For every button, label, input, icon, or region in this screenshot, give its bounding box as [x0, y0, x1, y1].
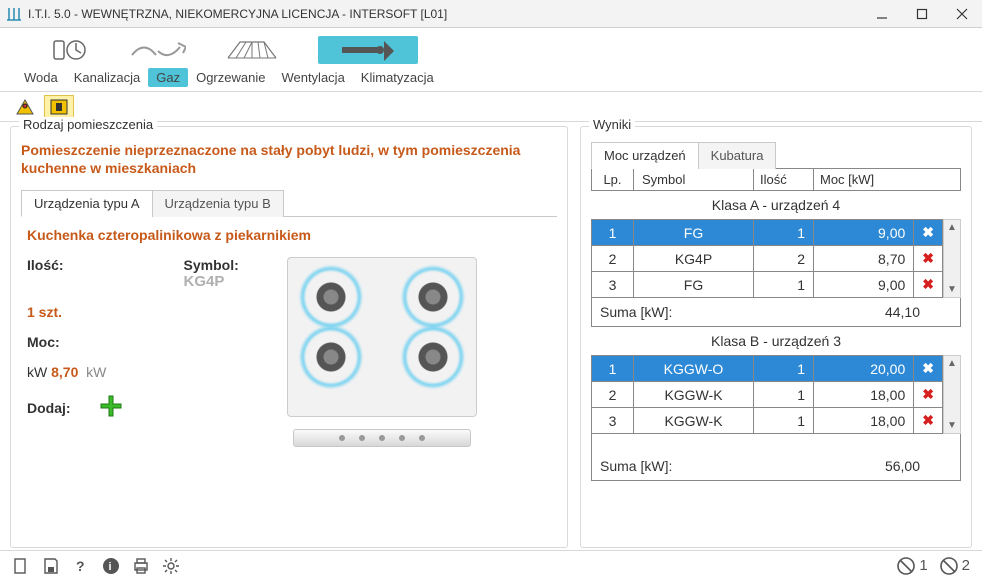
minimize-button[interactable]: [862, 0, 902, 28]
close-button[interactable]: [942, 0, 982, 28]
col-ilosc: Ilość: [754, 169, 814, 191]
classB-title: Klasa B - urządzeń 3: [591, 327, 961, 355]
moc-value: 8,70: [51, 364, 78, 380]
tab-woda[interactable]: Woda: [16, 68, 66, 87]
cooker-illustration: [287, 257, 477, 447]
app-icon: [6, 6, 22, 22]
triangle-icon[interactable]: [10, 95, 40, 119]
classB-scrollbar[interactable]: ▲▼: [943, 355, 961, 434]
symbol-label: Symbol:: [184, 257, 239, 273]
device-name: Kuchenka czteropalinikowa z piekarnikiem: [21, 227, 557, 243]
add-device-button[interactable]: [99, 394, 123, 421]
tab-kanalizacja[interactable]: Kanalizacja: [66, 68, 149, 87]
ilosc-value: 1 szt.: [27, 304, 62, 320]
table-row[interactable]: 3KGGW-K118,00✖: [592, 408, 943, 434]
delete-row-button[interactable]: ✖: [914, 356, 943, 382]
table-row[interactable]: 1KGGW-O120,00✖: [592, 356, 943, 382]
classA-title: Klasa A - urządzeń 4: [591, 191, 961, 219]
settings-icon[interactable]: [162, 557, 180, 575]
status-indicator-1: 1: [897, 557, 927, 575]
window-title: I.T.I. 5.0 - WEWNĘTRZNA, NIEKOMERCYJNA L…: [28, 7, 862, 21]
device-type-tabs: Urządzenia typu AUrządzenia typu B: [21, 189, 557, 217]
svg-text:?: ?: [76, 558, 85, 574]
room-type-legend: Rodzaj pomieszczenia: [19, 117, 157, 132]
subtab-0[interactable]: Urządzenia typu A: [21, 190, 153, 217]
classB-table: 1KGGW-O120,00✖2KGGW-K118,00✖3KGGW-K118,0…: [591, 355, 943, 434]
status-indicator-2: 2: [940, 557, 970, 575]
results-tabs: Moc urządzeńKubatura: [591, 141, 961, 169]
col-symbol: Symbol: [634, 169, 754, 191]
symbol-value: KG4P: [184, 273, 225, 290]
classA-table: 1FG19,00✖2KG4P28,70✖3FG19,00✖: [591, 219, 943, 298]
info-icon[interactable]: i: [102, 557, 120, 575]
titlebar: I.T.I. 5.0 - WEWNĘTRZNA, NIEKOMERCYJNA L…: [0, 0, 982, 28]
col-moc: Moc [kW]: [814, 169, 961, 191]
table-row[interactable]: 2KGGW-K118,00✖: [592, 382, 943, 408]
results-legend: Wyniki: [589, 117, 635, 132]
room-type-heading: Pomieszczenie nieprzeznaczone na stały p…: [21, 141, 557, 177]
help-icon[interactable]: ?: [72, 557, 90, 575]
col-lp: Lp.: [592, 169, 634, 191]
table-row[interactable]: 1FG19,00✖: [592, 220, 943, 246]
dodaj-label: Dodaj:: [27, 400, 71, 416]
maximize-button[interactable]: [902, 0, 942, 28]
delete-row-button[interactable]: ✖: [914, 272, 943, 298]
print-icon[interactable]: [132, 557, 150, 575]
room-type-panel: Rodzaj pomieszczenia Pomieszczenie niepr…: [10, 126, 568, 548]
tab-wentylacja[interactable]: Wentylacja: [273, 68, 352, 87]
tab-gaz[interactable]: Gaz: [148, 68, 188, 87]
table-row[interactable]: 2KG4P28,70✖: [592, 246, 943, 272]
delete-row-button[interactable]: ✖: [914, 382, 943, 408]
kanalizacja-icon[interactable]: [130, 36, 186, 64]
svg-text:i: i: [109, 561, 112, 573]
table-row[interactable]: 3FG19,00✖: [592, 272, 943, 298]
tab-klimatyzacja[interactable]: Klimatyzacja: [353, 68, 442, 87]
gaz-icon[interactable]: [226, 36, 278, 64]
box-icon[interactable]: [44, 95, 74, 119]
ogrzewanie-icon[interactable]: [318, 36, 418, 64]
ilosc-label: Ilość:: [27, 257, 184, 290]
classA-sum-value: 44,10: [885, 304, 920, 320]
delete-row-button[interactable]: ✖: [914, 220, 943, 246]
classA-sum-label: Suma [kW]:: [600, 304, 672, 320]
classB-sum-value: 56,00: [885, 458, 920, 474]
results-panel: Wyniki Moc urządzeńKubatura Lp. Symbol I…: [580, 126, 972, 548]
new-file-icon[interactable]: [12, 557, 30, 575]
results-subtab-0[interactable]: Moc urządzeń: [591, 142, 699, 169]
main-toolbar: WodaKanalizacjaGazOgrzewanieWentylacjaKl…: [0, 28, 982, 92]
status-value-1: 1: [919, 557, 927, 574]
woda-icon[interactable]: [50, 36, 90, 64]
results-subtab-1[interactable]: Kubatura: [698, 142, 777, 169]
status-bar: ? i 1 2: [0, 550, 982, 580]
save-icon[interactable]: [42, 557, 60, 575]
status-value-2: 2: [962, 557, 970, 574]
classA-scrollbar[interactable]: ▲▼: [943, 219, 961, 298]
delete-row-button[interactable]: ✖: [914, 408, 943, 434]
results-header-table: Lp. Symbol Ilość Moc [kW]: [591, 168, 961, 191]
moc-unit-right: kW: [86, 364, 106, 380]
tab-ogrzewanie[interactable]: Ogrzewanie: [188, 68, 273, 87]
delete-row-button[interactable]: ✖: [914, 246, 943, 272]
moc-label: Moc:: [27, 334, 60, 350]
subtab-1[interactable]: Urządzenia typu B: [152, 190, 284, 217]
classB-sum-label: Suma [kW]:: [600, 458, 672, 474]
moc-unit-left: kW: [27, 364, 47, 380]
